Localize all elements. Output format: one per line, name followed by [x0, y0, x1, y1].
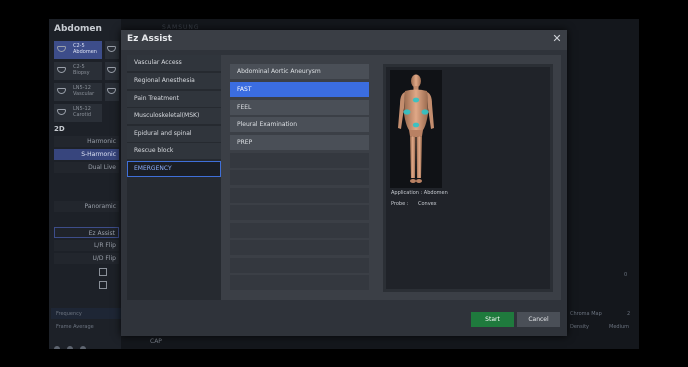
empty-preset-slot [230, 258, 369, 273]
close-icon[interactable]: ✕ [551, 33, 563, 45]
category-regional-anesthesia[interactable]: Regional Anesthesia [127, 73, 221, 89]
left-control-panel: Abdomen C2-5 Abdomen C2-5 Biopsy LN5-12 … [49, 19, 121, 349]
probe-sublabel: Carotid [73, 112, 92, 118]
preset-fast[interactable]: FAST [230, 82, 369, 97]
tool-icon[interactable] [54, 346, 60, 349]
bottom-toolbar [54, 337, 114, 349]
harmonic-button[interactable]: Harmonic [54, 136, 119, 147]
probe-icon [107, 46, 116, 52]
probe-slot[interactable] [105, 83, 119, 101]
probe-c2-5-biopsy[interactable]: C2-5 Biopsy [54, 62, 102, 80]
probe-ln5-12-carotid[interactable]: LN5-12 Carotid [54, 104, 102, 122]
human-body-icon [398, 74, 434, 183]
probe-ln5-12-vascular[interactable]: LN5-12 Vascular [54, 83, 102, 101]
probe-icon [57, 67, 66, 73]
preset-prep[interactable]: PREP [230, 135, 369, 150]
panoramic-button[interactable]: Panoramic [54, 201, 119, 212]
probe-c2-5-abdomen[interactable]: C2-5 Abdomen [54, 41, 102, 59]
probe-icon [57, 88, 66, 94]
probe-sublabel: Abdomen [73, 49, 97, 55]
empty-preset-slot [230, 153, 369, 168]
ez-assist-dialog: Ez Assist ✕ Vascular Access Regional Ane… [121, 30, 567, 336]
ud-flip-button[interactable]: U/D Flip [54, 253, 119, 264]
ez-assist-button[interactable]: Ez Assist [54, 227, 119, 238]
preset-abdominal-aortic-aneurysm[interactable]: Abdominal Aortic Aneurysm [230, 64, 369, 79]
density-value: Medium [609, 324, 629, 330]
dialog-title: Ez Assist [127, 34, 172, 44]
start-button[interactable]: Start [471, 312, 514, 327]
density-label: Density [570, 324, 590, 330]
s-harmonic-button[interactable]: S-Harmonic [54, 149, 119, 160]
lr-flip-button[interactable]: L/R Flip [54, 240, 119, 251]
dialog-header: Ez Assist ✕ [121, 30, 567, 50]
probe-sublabel: Biopsy [73, 70, 90, 76]
chroma-map-label: Chroma Map [570, 311, 602, 317]
square-icon[interactable] [99, 268, 107, 276]
mode-title: 2D [54, 125, 65, 133]
category-musculoskeletal[interactable]: Musculoskeletal(MSK) [127, 108, 221, 124]
category-list: Vascular Access Regional Anesthesia Pain… [127, 55, 221, 300]
frequency-label: Frequency [56, 311, 82, 317]
frame-average-label: Frame Average [56, 324, 94, 330]
dual-live-button[interactable]: Dual Live [54, 162, 119, 173]
preset-panel: Abdominal Aortic Aneurysm FAST FEEL Pleu… [221, 55, 561, 300]
category-rescue-block[interactable]: Rescue block [127, 143, 221, 159]
probe-slot[interactable] [105, 41, 119, 59]
empty-preset-slot [230, 170, 369, 185]
probe-info: Probe : Convex [391, 201, 437, 207]
empty-preset-slot [230, 275, 369, 290]
category-emergency[interactable]: EMERGENCY [127, 161, 221, 177]
preset-section-title: Abdomen [54, 24, 102, 34]
cap-label: CAP [150, 338, 162, 345]
category-vascular-access[interactable]: Vascular Access [127, 55, 221, 71]
chroma-map-value: 2 [627, 311, 631, 317]
probe-icon [57, 46, 66, 52]
category-epidural-spinal[interactable]: Epidural and spinal [127, 126, 221, 142]
grid-icon[interactable] [99, 281, 107, 289]
preset-pleural-examination[interactable]: Pleural Examination [230, 117, 369, 132]
preset-feel[interactable]: FEEL [230, 100, 369, 115]
body-diagram [390, 70, 442, 188]
probe-icon [107, 88, 116, 94]
empty-preset-slot [230, 188, 369, 203]
empty-preset-slot [230, 205, 369, 220]
probe-icon [107, 67, 116, 73]
empty-preset-slot [230, 223, 369, 238]
preset-list: Abdominal Aortic Aneurysm FAST FEEL Pleu… [230, 64, 369, 290]
scale-zero-label: 0 [624, 272, 628, 278]
probe-sublabel: Vascular [73, 91, 95, 97]
record-icon[interactable] [67, 346, 73, 349]
probe-icon [57, 109, 66, 115]
preview-area: Application : Abdomen Probe : Convex [386, 67, 550, 289]
empty-preset-slot [230, 240, 369, 255]
probe-tool-icon[interactable] [80, 346, 86, 349]
preset-preview: Application : Abdomen Probe : Convex [383, 64, 553, 292]
cancel-button[interactable]: Cancel [517, 312, 560, 327]
category-pain-treatment[interactable]: Pain Treatment [127, 91, 221, 107]
probe-slot[interactable] [105, 62, 119, 80]
application-info: Application : Abdomen [391, 190, 448, 196]
